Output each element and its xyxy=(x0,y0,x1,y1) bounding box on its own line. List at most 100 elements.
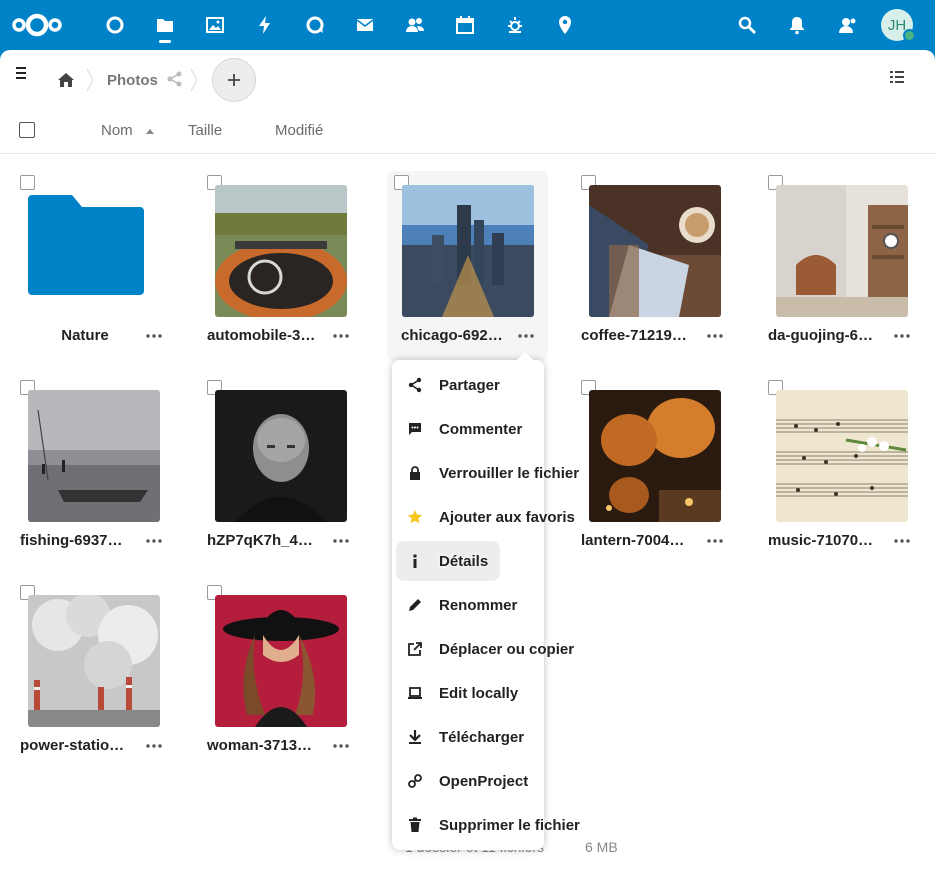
image-thumbnail xyxy=(215,390,347,522)
mail-icon[interactable] xyxy=(353,13,377,37)
sort-ascending-icon xyxy=(146,129,154,134)
more-actions-icon[interactable] xyxy=(704,532,726,550)
file-tile[interactable]: woman-3713… xyxy=(207,585,367,775)
image-thumbnail xyxy=(589,390,721,522)
file-name[interactable]: lantern-7004… xyxy=(581,532,701,549)
menu-item-add-favorite[interactable]: Ajouter aux favoris xyxy=(396,497,575,537)
nextcloud-logo[interactable] xyxy=(12,11,62,39)
files-list-header: Nom Taille Modifié xyxy=(0,106,935,154)
file-name[interactable]: music-71070… xyxy=(768,532,888,549)
more-actions-icon[interactable] xyxy=(891,532,913,550)
more-actions-icon[interactable] xyxy=(891,327,913,345)
menu-item-label: Télécharger xyxy=(439,728,525,746)
column-name-sort[interactable]: Nom xyxy=(101,122,133,139)
more-actions-icon[interactable] xyxy=(330,737,352,755)
laptop-icon xyxy=(406,684,424,702)
file-name[interactable]: coffee-71219… xyxy=(581,327,701,344)
file-name[interactable]: da-guojing-6… xyxy=(768,327,888,344)
file-tile[interactable]: coffee-71219… xyxy=(581,175,741,365)
image-thumbnail xyxy=(215,185,347,317)
dashboard-icon[interactable] xyxy=(103,13,127,37)
image-thumbnail xyxy=(215,595,347,727)
file-tile[interactable]: da-guojing-6… xyxy=(768,175,928,365)
menu-item-delete-file[interactable]: Supprimer le fichier xyxy=(396,805,580,845)
file-tile[interactable]: lantern-7004… xyxy=(581,380,741,570)
menu-item-comment[interactable]: Commenter xyxy=(396,409,540,449)
external-link-icon xyxy=(406,640,424,658)
active-app-indicator xyxy=(159,40,171,43)
image-thumbnail xyxy=(28,390,160,522)
menu-item-label: Déplacer ou copier xyxy=(439,640,575,658)
more-actions-icon[interactable] xyxy=(330,532,352,550)
files-icon[interactable] xyxy=(153,13,177,37)
folder-icon xyxy=(28,195,144,295)
download-icon xyxy=(406,728,424,746)
menu-item-label: Ajouter aux favoris xyxy=(439,508,575,526)
chevron-right-icon xyxy=(190,68,198,92)
file-name[interactable]: power-statio… xyxy=(20,737,140,754)
file-name[interactable]: chicago-692… xyxy=(401,327,521,344)
file-tile[interactable]: hZP7qK7h_4… xyxy=(207,380,367,570)
lock-icon xyxy=(406,464,424,482)
list-view-toggle-icon[interactable] xyxy=(888,68,906,86)
more-actions-icon[interactable] xyxy=(143,327,165,345)
file-tile[interactable]: automobile-3… xyxy=(207,175,367,365)
menu-item-label: Détails xyxy=(439,552,489,570)
trash-icon xyxy=(406,816,424,834)
chevron-right-icon xyxy=(86,68,94,92)
maps-icon[interactable] xyxy=(553,13,577,37)
menu-item-label: Edit locally xyxy=(439,684,519,702)
file-tile[interactable]: fishing-6937… xyxy=(20,380,180,570)
more-actions-icon[interactable] xyxy=(704,327,726,345)
menu-item-download[interactable]: Télécharger xyxy=(396,717,540,757)
menu-item-openproject[interactable]: OpenProject xyxy=(396,761,540,801)
menu-item-details[interactable]: Détails xyxy=(396,541,500,581)
notifications-bell-icon[interactable] xyxy=(785,13,809,37)
file-name[interactable]: automobile-3… xyxy=(207,327,327,344)
home-icon[interactable] xyxy=(57,71,75,89)
file-tile-highlighted[interactable]: chicago-692… xyxy=(387,171,548,360)
pencil-icon xyxy=(406,596,424,614)
image-thumbnail xyxy=(776,390,908,522)
talk-icon[interactable] xyxy=(303,13,327,37)
image-thumbnail xyxy=(28,595,160,727)
menu-item-label: Supprimer le fichier xyxy=(439,816,580,834)
file-name[interactable]: fishing-6937… xyxy=(20,532,140,549)
column-modified-sort[interactable]: Modifié xyxy=(275,122,323,139)
share-icon[interactable] xyxy=(166,70,184,88)
column-size-sort[interactable]: Taille xyxy=(188,122,222,139)
menu-item-share[interactable]: Partager xyxy=(396,365,540,405)
file-tile[interactable]: music-71070… xyxy=(768,380,928,570)
menu-item-lock-file[interactable]: Verrouiller le fichier xyxy=(396,453,579,493)
more-actions-icon[interactable] xyxy=(330,327,352,345)
more-actions-icon[interactable] xyxy=(143,737,165,755)
files-summary-size: 6 MB xyxy=(585,839,618,855)
file-name[interactable]: Nature xyxy=(30,327,140,344)
activity-icon[interactable] xyxy=(253,13,277,37)
more-actions-icon[interactable] xyxy=(515,327,537,345)
image-thumbnail xyxy=(776,185,908,317)
select-all-checkbox[interactable] xyxy=(19,122,35,138)
file-tile[interactable]: power-statio… xyxy=(20,585,180,775)
photos-icon[interactable] xyxy=(203,13,227,37)
file-tile[interactable]: Nature xyxy=(20,175,180,365)
file-name[interactable]: hZP7qK7h_4… xyxy=(207,532,327,549)
new-file-button[interactable] xyxy=(212,58,256,102)
calendar-icon[interactable] xyxy=(453,13,477,37)
breadcrumb-current-folder[interactable]: Photos xyxy=(107,72,158,89)
contacts-icon[interactable] xyxy=(403,13,427,37)
image-thumbnail xyxy=(589,185,721,317)
hamburger-menu-icon[interactable] xyxy=(14,64,32,82)
file-checkbox[interactable] xyxy=(20,175,35,190)
search-icon[interactable] xyxy=(735,13,759,37)
menu-item-edit-locally[interactable]: Edit locally xyxy=(396,673,540,713)
weather-icon[interactable] xyxy=(503,13,527,37)
menu-item-move-copy[interactable]: Déplacer ou copier xyxy=(396,629,574,669)
contacts-menu-icon[interactable] xyxy=(835,13,859,37)
star-icon xyxy=(406,508,424,526)
top-header: JH xyxy=(0,0,935,50)
menu-item-rename[interactable]: Renommer xyxy=(396,585,540,625)
file-name[interactable]: woman-3713… xyxy=(207,737,327,754)
file-actions-menu: Partager Commenter Verrouiller le fichie… xyxy=(392,352,580,850)
more-actions-icon[interactable] xyxy=(143,532,165,550)
